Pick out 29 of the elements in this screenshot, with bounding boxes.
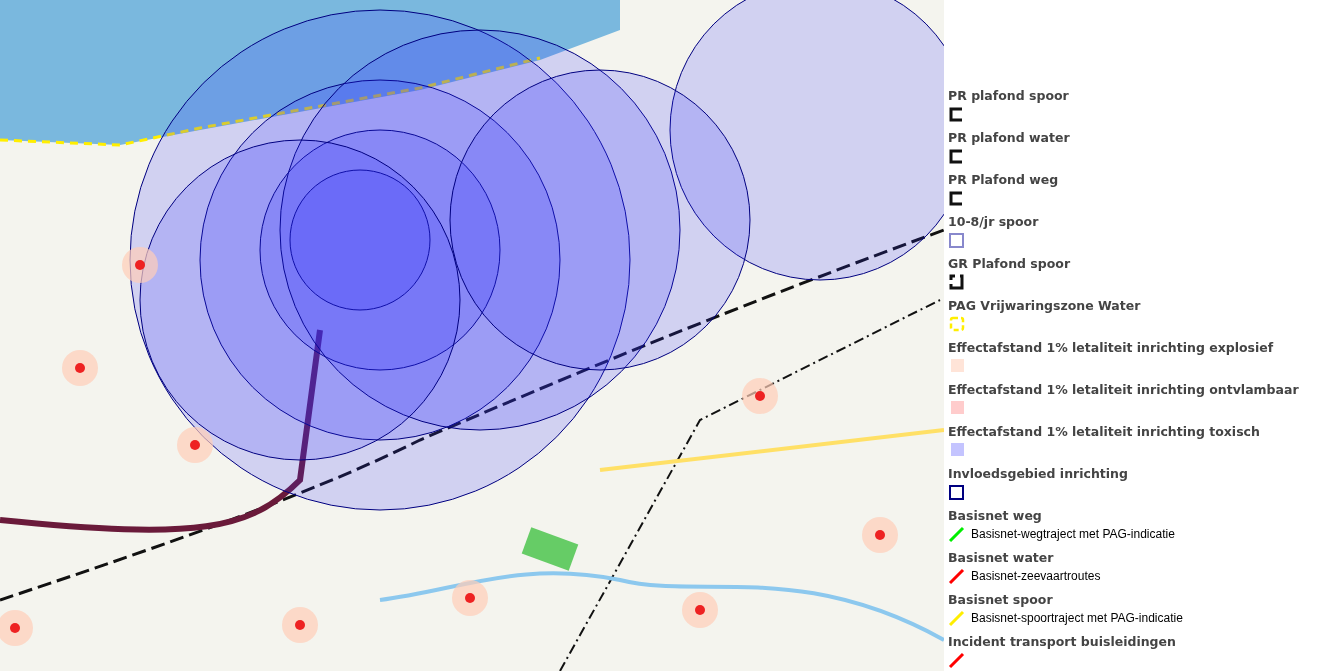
- legend-title: PAG Vrijwaringszone Water: [948, 297, 1141, 314]
- swatch-icon: [948, 398, 966, 417]
- legend-title: Invloedsgebied inrichting: [948, 465, 1128, 482]
- square-outline-icon: [948, 230, 966, 249]
- legend-title: Basisnet water: [948, 549, 1054, 566]
- legend-title: Effectafstand 1% letaliteit inrichting explosief: [948, 339, 1274, 356]
- legend-title: GR Plafond spoor: [948, 255, 1071, 272]
- legend-title: Incident transport buisleidingen: [948, 633, 1176, 650]
- legend-title: 10-8/jr spoor: [948, 213, 1039, 230]
- legend-title: Effectafstand 1% letaliteit inrichting toxisch: [948, 423, 1260, 440]
- line-icon: [948, 650, 966, 669]
- legend-label: Basisnet-zeevaartroutes: [971, 568, 1101, 583]
- legend-label: Basisnet-spoortraject met PAG-indicatie: [971, 610, 1183, 625]
- line-icon: [948, 524, 966, 543]
- line-icon: [948, 608, 966, 627]
- legend-title: PR plafond water: [948, 129, 1070, 146]
- map-drawing[interactable]: [0, 0, 944, 671]
- dashed-square-icon: [948, 314, 966, 333]
- legend-title: PR Plafond weg: [948, 171, 1059, 188]
- legend-title: Basisnet weg: [948, 507, 1042, 524]
- swatch-icon: [948, 440, 966, 459]
- legend-title: PR plafond spoor: [948, 87, 1069, 104]
- swatch-icon: [948, 356, 966, 375]
- line-icon: [948, 566, 966, 585]
- legend-label: Basisnet-wegtraject met PAG-indicatie: [971, 526, 1175, 541]
- bracket-icon: [948, 272, 966, 291]
- legend-title: Basisnet spoor: [948, 591, 1053, 608]
- legend-title: Effectafstand 1% letaliteit inrichting ontvlambaar: [948, 381, 1299, 398]
- square-outline-icon: [948, 482, 966, 501]
